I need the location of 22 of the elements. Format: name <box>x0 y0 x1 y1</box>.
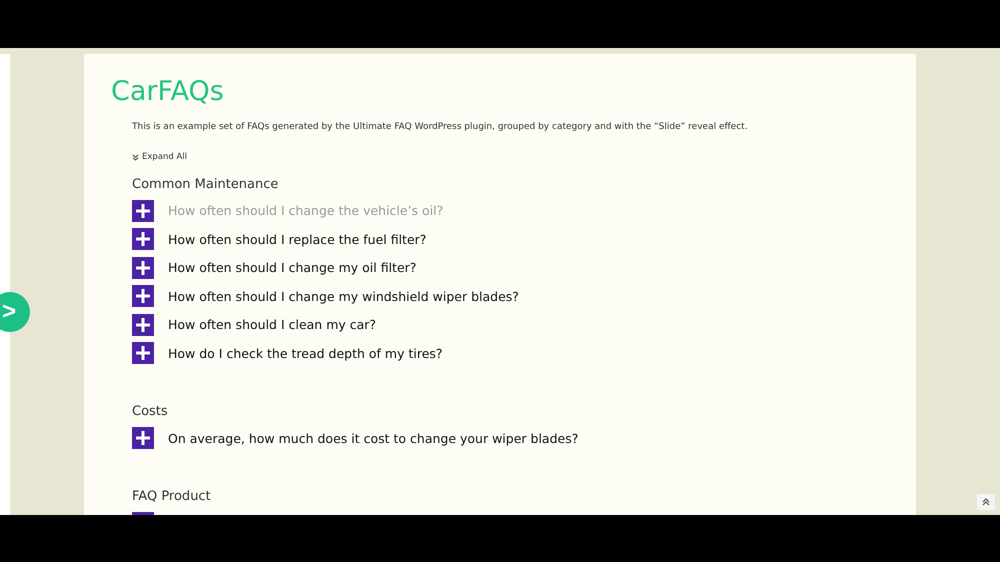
faq-question[interactable]: How often should I clean my car? <box>168 317 376 332</box>
description-text: This is an example set of FAQs generated by the Ultimate FAQ WordPress plugin, grouped by category and with the “Slide” reveal effect. <box>132 122 749 132</box>
expand-all-link[interactable]: Expand All <box>132 152 188 162</box>
double-chevron-icon <box>132 154 139 160</box>
expand-plus-icon[interactable] <box>132 256 154 279</box>
scroll-top-button[interactable] <box>977 494 995 510</box>
expand-plus-icon[interactable] <box>132 314 154 336</box>
faq-question[interactable]: How often should I change my windshield wiper blades? <box>168 288 519 304</box>
faq-question[interactable]: On average, how much does it cost to change your wiper blades? <box>168 430 578 446</box>
expand-plus-icon[interactable] <box>132 427 154 450</box>
expand-plus-icon[interactable] <box>132 200 154 222</box>
expand-plus-icon[interactable] <box>132 228 154 250</box>
double-chevron-icon <box>982 498 990 506</box>
category-heading: Costs <box>132 404 169 420</box>
category-heading: Common Maintenance <box>132 176 280 192</box>
category-heading: FAQ Product <box>132 489 212 504</box>
page-title: CarFAQs <box>111 75 225 109</box>
expand-plus-icon[interactable] <box>132 342 154 364</box>
faq-question[interactable]: How do I check the tread depth of my tires? <box>168 346 443 361</box>
faq-question[interactable]: How often should I replace the fuel filter? <box>168 232 426 247</box>
faq-question[interactable]: How often should I change my oil filter? <box>168 260 416 276</box>
expand-plus-icon[interactable] <box>132 285 154 308</box>
